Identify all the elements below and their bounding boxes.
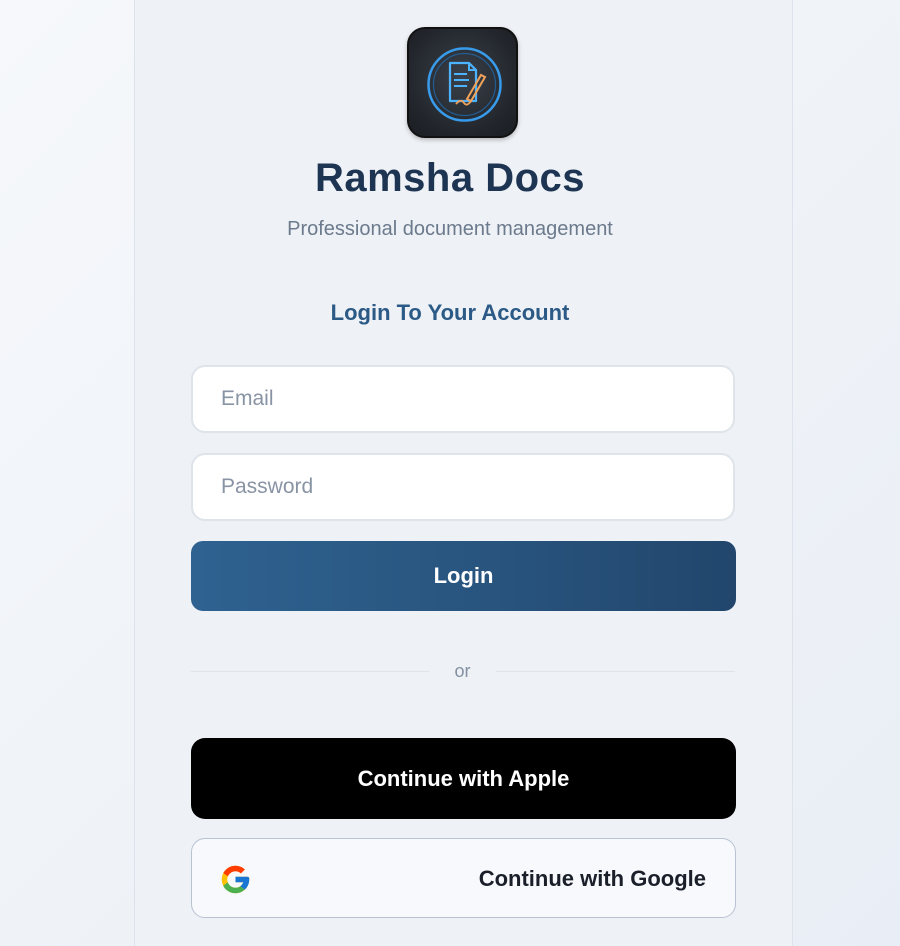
- login-heading: Login To Your Account: [330, 300, 570, 325]
- divider-line-right: [496, 671, 735, 672]
- continue-with-apple-button[interactable]: Continue with Apple: [191, 738, 736, 819]
- continue-with-google-button[interactable]: Continue with Google: [191, 838, 736, 918]
- login-button[interactable]: Login: [191, 541, 736, 611]
- email-field[interactable]: [191, 365, 735, 433]
- google-icon: [221, 865, 250, 894]
- app-logo: [407, 27, 518, 138]
- divider-line-left: [191, 671, 429, 672]
- password-field[interactable]: [191, 453, 735, 521]
- divider-or-label: or: [454, 661, 471, 681]
- document-signature-icon: [427, 47, 502, 122]
- google-button-label: Continue with Google: [478, 866, 706, 891]
- app-title: Ramsha Docs: [314, 156, 586, 200]
- app-subtitle: Professional document management: [287, 218, 613, 240]
